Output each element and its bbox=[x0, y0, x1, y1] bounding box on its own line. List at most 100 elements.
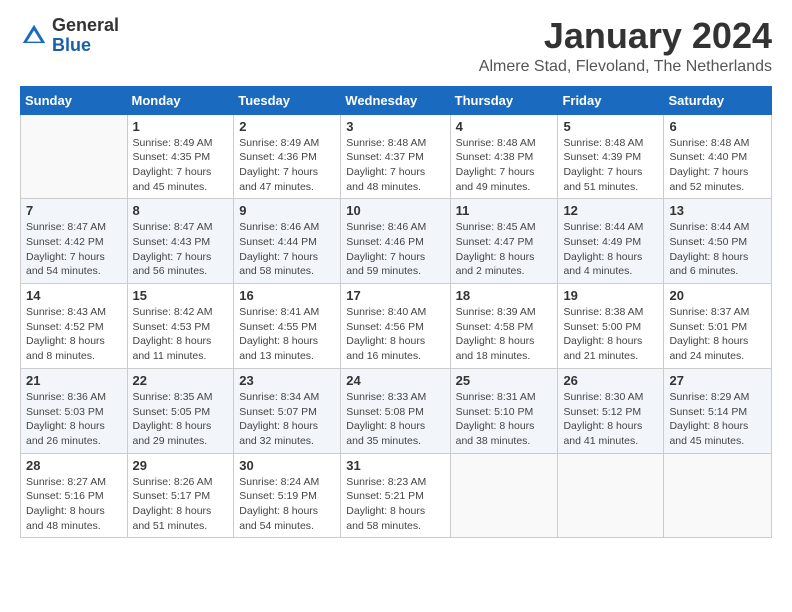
calendar-cell: 28 Sunrise: 8:27 AM Sunset: 5:16 PM Dayli… bbox=[21, 453, 128, 538]
day-number: 16 bbox=[239, 288, 335, 303]
day-number: 23 bbox=[239, 373, 335, 388]
calendar-cell: 1Sunrise: 8:49 AM Sunset: 4:35 PM Daylig… bbox=[127, 114, 234, 199]
day-info: Sunrise: 8:23 AM Sunset: 5:21 PM Dayligh… bbox=[346, 475, 444, 534]
day-of-week-header: Monday bbox=[127, 86, 234, 114]
calendar-cell: 13 Sunrise: 8:44 AM Sunset: 4:50 PM Dayli… bbox=[664, 199, 772, 284]
calendar-cell: 17 Sunrise: 8:40 AM Sunset: 4:56 PM Dayli… bbox=[341, 284, 450, 369]
day-number: 18 bbox=[456, 288, 553, 303]
calendar-cell: 18Sunrise: 8:39 AM Sunset: 4:58 PM Dayli… bbox=[450, 284, 558, 369]
day-number: 5 bbox=[563, 119, 658, 134]
title-area: January 2024 Almere Stad, Flevoland, The… bbox=[479, 16, 772, 76]
calendar-cell: 5 Sunrise: 8:48 AM Sunset: 4:39 PM Daylig… bbox=[558, 114, 664, 199]
day-of-week-header: Saturday bbox=[664, 86, 772, 114]
day-info: Sunrise: 8:45 AM Sunset: 4:47 PM Dayligh… bbox=[456, 220, 553, 279]
calendar-cell: 4Sunrise: 8:48 AM Sunset: 4:38 PM Daylig… bbox=[450, 114, 558, 199]
day-info: Sunrise: 8:42 AM Sunset: 4:53 PM Dayligh… bbox=[133, 305, 229, 364]
day-info: Sunrise: 8:35 AM Sunset: 5:05 PM Dayligh… bbox=[133, 390, 229, 449]
calendar-cell: 11Sunrise: 8:45 AM Sunset: 4:47 PM Dayli… bbox=[450, 199, 558, 284]
calendar-cell: 7 Sunrise: 8:47 AM Sunset: 4:42 PM Daylig… bbox=[21, 199, 128, 284]
calendar-week-row: 28 Sunrise: 8:27 AM Sunset: 5:16 PM Dayli… bbox=[21, 453, 772, 538]
day-info: Sunrise: 8:30 AM Sunset: 5:12 PM Dayligh… bbox=[563, 390, 658, 449]
day-number: 27 bbox=[669, 373, 766, 388]
day-number: 21 bbox=[26, 373, 122, 388]
location-title: Almere Stad, Flevoland, The Netherlands bbox=[479, 58, 772, 76]
day-number: 13 bbox=[669, 203, 766, 218]
calendar-cell: 22 Sunrise: 8:35 AM Sunset: 5:05 PM Dayli… bbox=[127, 368, 234, 453]
day-number: 30 bbox=[239, 458, 335, 473]
day-number: 17 bbox=[346, 288, 444, 303]
day-info: Sunrise: 8:46 AM Sunset: 4:44 PM Dayligh… bbox=[239, 220, 335, 279]
calendar-cell bbox=[664, 453, 772, 538]
calendar-cell: 26Sunrise: 8:30 AM Sunset: 5:12 PM Dayli… bbox=[558, 368, 664, 453]
day-number: 25 bbox=[456, 373, 553, 388]
day-info: Sunrise: 8:40 AM Sunset: 4:56 PM Dayligh… bbox=[346, 305, 444, 364]
day-info: Sunrise: 8:47 AM Sunset: 4:42 PM Dayligh… bbox=[26, 220, 122, 279]
day-info: Sunrise: 8:44 AM Sunset: 4:49 PM Dayligh… bbox=[563, 220, 658, 279]
calendar-cell bbox=[21, 114, 128, 199]
calendar-cell: 16 Sunrise: 8:41 AM Sunset: 4:55 PM Dayli… bbox=[234, 284, 341, 369]
logo-icon bbox=[20, 22, 48, 50]
calendar-week-row: 7 Sunrise: 8:47 AM Sunset: 4:42 PM Daylig… bbox=[21, 199, 772, 284]
day-number: 7 bbox=[26, 203, 122, 218]
day-number: 12 bbox=[563, 203, 658, 218]
month-title: January 2024 bbox=[479, 16, 772, 56]
day-number: 2 bbox=[239, 119, 335, 134]
calendar-cell: 24 Sunrise: 8:33 AM Sunset: 5:08 PM Dayli… bbox=[341, 368, 450, 453]
calendar-cell: 2 Sunrise: 8:49 AM Sunset: 4:36 PM Daylig… bbox=[234, 114, 341, 199]
day-number: 6 bbox=[669, 119, 766, 134]
calendar-cell: 8 Sunrise: 8:47 AM Sunset: 4:43 PM Daylig… bbox=[127, 199, 234, 284]
day-info: Sunrise: 8:26 AM Sunset: 5:17 PM Dayligh… bbox=[133, 475, 229, 534]
calendar-week-row: 21Sunrise: 8:36 AM Sunset: 5:03 PM Dayli… bbox=[21, 368, 772, 453]
calendar-cell bbox=[558, 453, 664, 538]
day-info: Sunrise: 8:44 AM Sunset: 4:50 PM Dayligh… bbox=[669, 220, 766, 279]
calendar-cell: 14 Sunrise: 8:43 AM Sunset: 4:52 PM Dayli… bbox=[21, 284, 128, 369]
day-number: 24 bbox=[346, 373, 444, 388]
calendar-table: SundayMondayTuesdayWednesdayThursdayFrid… bbox=[20, 86, 772, 539]
day-number: 22 bbox=[133, 373, 229, 388]
day-number: 4 bbox=[456, 119, 553, 134]
calendar-cell: 25Sunrise: 8:31 AM Sunset: 5:10 PM Dayli… bbox=[450, 368, 558, 453]
calendar-cell: 27 Sunrise: 8:29 AM Sunset: 5:14 PM Dayli… bbox=[664, 368, 772, 453]
day-info: Sunrise: 8:27 AM Sunset: 5:16 PM Dayligh… bbox=[26, 475, 122, 534]
day-number: 19 bbox=[563, 288, 658, 303]
logo-blue-text: Blue bbox=[52, 35, 91, 55]
calendar-week-row: 1Sunrise: 8:49 AM Sunset: 4:35 PM Daylig… bbox=[21, 114, 772, 199]
day-number: 29 bbox=[133, 458, 229, 473]
day-info: Sunrise: 8:48 AM Sunset: 4:37 PM Dayligh… bbox=[346, 136, 444, 195]
calendar-cell: 9 Sunrise: 8:46 AM Sunset: 4:44 PM Daylig… bbox=[234, 199, 341, 284]
day-header-row: SundayMondayTuesdayWednesdayThursdayFrid… bbox=[21, 86, 772, 114]
day-info: Sunrise: 8:41 AM Sunset: 4:55 PM Dayligh… bbox=[239, 305, 335, 364]
calendar-cell: 31 Sunrise: 8:23 AM Sunset: 5:21 PM Dayli… bbox=[341, 453, 450, 538]
calendar-cell: 15 Sunrise: 8:42 AM Sunset: 4:53 PM Dayli… bbox=[127, 284, 234, 369]
calendar-week-row: 14 Sunrise: 8:43 AM Sunset: 4:52 PM Dayli… bbox=[21, 284, 772, 369]
day-of-week-header: Sunday bbox=[21, 86, 128, 114]
calendar-cell bbox=[450, 453, 558, 538]
calendar-cell: 3Sunrise: 8:48 AM Sunset: 4:37 PM Daylig… bbox=[341, 114, 450, 199]
calendar-cell: 10Sunrise: 8:46 AM Sunset: 4:46 PM Dayli… bbox=[341, 199, 450, 284]
logo: General Blue bbox=[20, 16, 119, 56]
day-of-week-header: Friday bbox=[558, 86, 664, 114]
day-number: 28 bbox=[26, 458, 122, 473]
day-info: Sunrise: 8:43 AM Sunset: 4:52 PM Dayligh… bbox=[26, 305, 122, 364]
day-info: Sunrise: 8:47 AM Sunset: 4:43 PM Dayligh… bbox=[133, 220, 229, 279]
day-number: 9 bbox=[239, 203, 335, 218]
day-info: Sunrise: 8:49 AM Sunset: 4:36 PM Dayligh… bbox=[239, 136, 335, 195]
calendar-cell: 20Sunrise: 8:37 AM Sunset: 5:01 PM Dayli… bbox=[664, 284, 772, 369]
day-number: 8 bbox=[133, 203, 229, 218]
day-info: Sunrise: 8:48 AM Sunset: 4:40 PM Dayligh… bbox=[669, 136, 766, 195]
day-info: Sunrise: 8:34 AM Sunset: 5:07 PM Dayligh… bbox=[239, 390, 335, 449]
header: General Blue January 2024 Almere Stad, F… bbox=[20, 16, 772, 76]
day-info: Sunrise: 8:38 AM Sunset: 5:00 PM Dayligh… bbox=[563, 305, 658, 364]
day-info: Sunrise: 8:49 AM Sunset: 4:35 PM Dayligh… bbox=[133, 136, 229, 195]
day-info: Sunrise: 8:29 AM Sunset: 5:14 PM Dayligh… bbox=[669, 390, 766, 449]
day-number: 31 bbox=[346, 458, 444, 473]
day-number: 14 bbox=[26, 288, 122, 303]
calendar-cell: 30 Sunrise: 8:24 AM Sunset: 5:19 PM Dayli… bbox=[234, 453, 341, 538]
day-info: Sunrise: 8:48 AM Sunset: 4:39 PM Dayligh… bbox=[563, 136, 658, 195]
day-number: 20 bbox=[669, 288, 766, 303]
day-info: Sunrise: 8:33 AM Sunset: 5:08 PM Dayligh… bbox=[346, 390, 444, 449]
day-number: 10 bbox=[346, 203, 444, 218]
day-info: Sunrise: 8:24 AM Sunset: 5:19 PM Dayligh… bbox=[239, 475, 335, 534]
calendar-cell: 29 Sunrise: 8:26 AM Sunset: 5:17 PM Dayli… bbox=[127, 453, 234, 538]
day-number: 15 bbox=[133, 288, 229, 303]
